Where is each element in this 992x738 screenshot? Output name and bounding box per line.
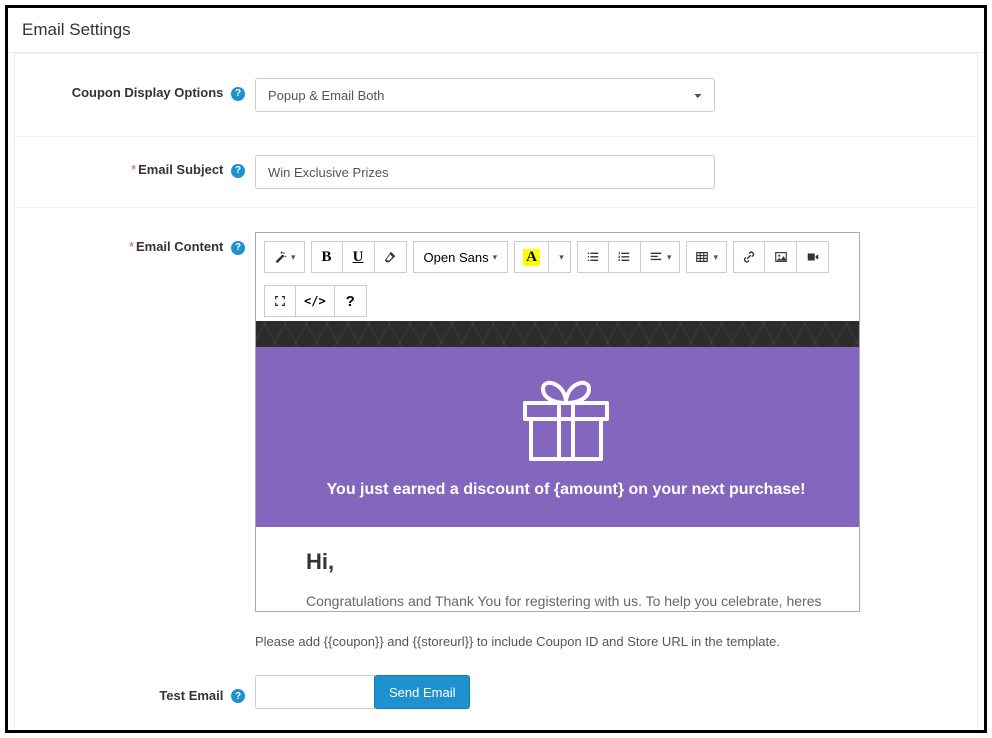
help-icon[interactable]: ? [231, 241, 245, 255]
eraser-button[interactable] [375, 241, 407, 273]
label-test-email: Test Email ? [25, 681, 255, 704]
image-button[interactable] [765, 241, 797, 273]
video-icon [806, 250, 820, 264]
paragraph-align-button[interactable] [641, 241, 681, 273]
font-color-button[interactable]: A [514, 241, 549, 273]
font-family-button[interactable]: Open Sans [413, 241, 509, 273]
underline-button[interactable]: U [343, 241, 375, 273]
ol-icon [617, 250, 631, 264]
magic-wand-button[interactable] [264, 241, 305, 273]
ordered-list-button[interactable] [609, 241, 641, 273]
row-email-subject: *Email Subject ? [15, 137, 977, 208]
link-icon [742, 250, 756, 264]
unordered-list-button[interactable] [577, 241, 609, 273]
label-coupon-display: Coupon Display Options ? [25, 78, 255, 101]
content-hint: Please add {{coupon}} and {{storeurl}} t… [255, 634, 860, 649]
email-greeting: Hi, [306, 549, 826, 575]
email-header-band [256, 321, 859, 347]
image-icon [774, 250, 788, 264]
email-paragraph: Congratulations and Thank You for regist… [306, 593, 826, 611]
ul-icon [586, 250, 600, 264]
link-button[interactable] [733, 241, 765, 273]
send-email-button[interactable]: Send Email [374, 675, 470, 709]
email-body: Hi, Congratulations and Thank You for re… [256, 527, 859, 611]
magic-wand-icon [273, 250, 287, 264]
row-test-email: Test Email ? Send Email [15, 655, 977, 733]
email-subject-input[interactable] [255, 155, 715, 189]
editor-toolbar: B U Open Sans A [256, 233, 859, 321]
hero-text: You just earned a discount of {amount} o… [266, 481, 859, 499]
help-button[interactable]: ? [335, 285, 367, 317]
page-title: Email Settings [8, 8, 984, 53]
label-email-subject: *Email Subject ? [25, 155, 255, 178]
test-email-input[interactable] [255, 675, 375, 709]
help-icon[interactable]: ? [231, 689, 245, 703]
code-view-button[interactable]: </> [296, 285, 335, 317]
settings-panel: Coupon Display Options ? Popup & Email B… [14, 53, 978, 733]
row-email-content: *Email Content ? B U [15, 208, 977, 655]
editor-canvas[interactable]: You just earned a discount of {amount} o… [256, 321, 859, 611]
font-color-dropdown[interactable] [549, 241, 571, 273]
table-icon [695, 250, 709, 264]
coupon-display-select[interactable]: Popup & Email Both [255, 78, 715, 112]
email-hero: You just earned a discount of {amount} o… [256, 347, 859, 527]
eraser-icon [383, 250, 397, 264]
video-button[interactable] [797, 241, 829, 273]
help-icon[interactable]: ? [231, 87, 245, 101]
label-email-content: *Email Content ? [25, 232, 255, 255]
page-container: Email Settings Coupon Display Options ? … [5, 5, 987, 733]
gift-icon [511, 363, 621, 463]
help-icon[interactable]: ? [231, 164, 245, 178]
fullscreen-button[interactable] [264, 285, 296, 317]
bold-button[interactable]: B [311, 241, 343, 273]
rich-text-editor: B U Open Sans A [255, 232, 860, 612]
table-button[interactable] [686, 241, 727, 273]
row-coupon-display: Coupon Display Options ? Popup & Email B… [15, 54, 977, 137]
align-icon [649, 250, 663, 264]
fullscreen-icon [273, 294, 287, 308]
